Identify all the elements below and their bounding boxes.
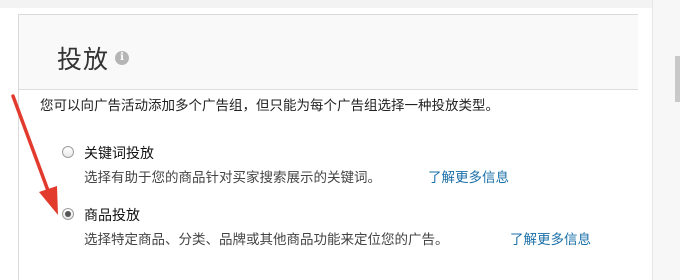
keyword-targeting-help: 选择有助于您的商品针对买家搜索展示的关键词。 (84, 170, 381, 186)
right-panel-edge (652, 0, 680, 280)
info-icon[interactable]: i (115, 51, 129, 65)
product-targeting-label[interactable]: 商品投放 (84, 205, 140, 225)
annotation-arrow-icon (11, 94, 58, 215)
scrollbar-thumb[interactable] (675, 56, 680, 102)
product-targeting-help: 选择特定商品、分类、品牌或其他商品功能来定位您的广告。 (84, 232, 449, 248)
keyword-learn-more-link[interactable]: 了解更多信息 (428, 166, 509, 186)
panel-header: 投放 i (19, 15, 638, 90)
screenshot: 投放 i 您可以向广告活动添加多个广告组，但只能为每个广告组选择一种投放类型。 … (0, 0, 680, 280)
keyword-targeting-label[interactable]: 关键词投放 (84, 143, 154, 163)
panel-description: 您可以向广告活动添加多个广告组，但只能为每个广告组选择一种投放类型。 (40, 98, 499, 114)
outer-background (0, 0, 652, 8)
product-learn-more-link[interactable]: 了解更多信息 (510, 228, 591, 248)
